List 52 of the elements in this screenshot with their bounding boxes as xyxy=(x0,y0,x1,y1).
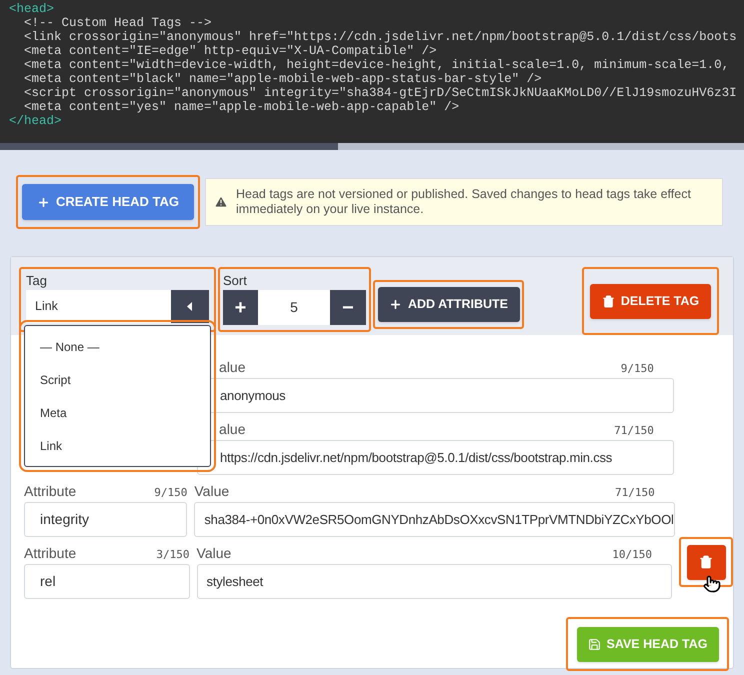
delete-tag-button[interactable]: DELETE TAG xyxy=(590,284,711,318)
caret-icon xyxy=(187,302,192,311)
field-label: Sort xyxy=(223,272,247,290)
code-line: <!-- Custom Head Tags --> xyxy=(23,16,212,30)
decrement-button[interactable]: − xyxy=(330,290,366,325)
code-line: <meta content="IE=edge" http-equiv="X-UA-Compatible" /> xyxy=(23,44,437,58)
code-line: <script crossorigin="anonymous" integrity="sha384-gtEjrD/SeCtmISkJkNUaaKMoLD0//ElJ19smozuHV6z3I xyxy=(23,86,737,100)
plus-icon xyxy=(36,196,50,208)
delete-attribute-button[interactable] xyxy=(686,544,726,580)
value-field[interactable]: sha384-+0n0xVW2eSR5OomGNYDnhzAbDsOXxcvSN1TPprVMTNDbiYZCxYbOOl xyxy=(194,502,675,537)
attribute-field[interactable]: integrity xyxy=(24,502,188,537)
field-label: Value xyxy=(194,484,230,498)
code-line: </head> xyxy=(9,114,62,128)
add-attribute-button[interactable]: ADD ATTRIBUTE xyxy=(378,287,520,322)
plus-sign: + xyxy=(234,296,246,320)
notice-text: Head tags are not versioned or published. Saved changes to head tags take effect immediately on your live instance. xyxy=(236,187,692,217)
character-count: 9/150 xyxy=(154,487,188,498)
dropdown-option[interactable]: Script xyxy=(25,370,86,388)
character-count: 10/150 xyxy=(612,549,652,560)
dropdown-option[interactable]: Meta xyxy=(25,404,82,422)
code-line: <meta content="yes" name="apple-mobile-web-app-capable" /> xyxy=(23,100,460,114)
plus-icon xyxy=(389,298,402,311)
field-label: alue xyxy=(219,422,246,436)
field-label: Attribute xyxy=(24,546,76,560)
save-icon xyxy=(588,638,601,650)
field-label: Tag xyxy=(26,272,47,290)
character-count: 9/150 xyxy=(620,363,654,374)
character-count: 71/150 xyxy=(614,425,654,436)
character-count: 3/150 xyxy=(156,549,190,560)
character-count: 71/150 xyxy=(614,487,655,498)
field-label: alue xyxy=(219,360,246,374)
sort-field[interactable]: 5 xyxy=(258,290,330,325)
code-line: <head> xyxy=(9,2,54,16)
value-field[interactable]: https://cdn.jsdelivr.net/npm/bootstrap@5.0.1/dist/css/bootstrap.min.css xyxy=(197,440,674,475)
minus-sign: − xyxy=(342,296,354,320)
value-field[interactable]: stylesheet xyxy=(196,564,672,599)
trash-icon xyxy=(602,294,615,308)
create-head-tag-button[interactable]: CREATE HEAD TAG xyxy=(22,184,194,220)
cursor-icon xyxy=(703,575,721,593)
field-label: Value xyxy=(196,546,232,560)
code-line: <meta content="black" name="apple-mobile-web-app-status-bar-style" /> xyxy=(23,72,542,86)
tag-select-field[interactable]: Link xyxy=(26,290,171,323)
dropdown-option[interactable]: — None — xyxy=(25,338,114,356)
trash-icon xyxy=(699,555,713,569)
increment-button[interactable]: + xyxy=(223,290,258,325)
field-label: Attribute xyxy=(24,484,76,498)
code-line: <link crossorigin="anonymous" href="https://cdn.jsdelivr.net/npm/bootstrap@5.0.1/dist/css/boots xyxy=(23,30,737,44)
dropdown-option[interactable]: Link xyxy=(25,436,78,454)
warning-icon xyxy=(214,195,228,209)
code-line: <meta content="width=device-width, height=device-height, initial-scale=1.0, minimum-scale=1.0, xyxy=(23,58,730,72)
attribute-field[interactable]: rel xyxy=(24,564,190,599)
dropdown-toggle-button[interactable] xyxy=(170,290,209,323)
